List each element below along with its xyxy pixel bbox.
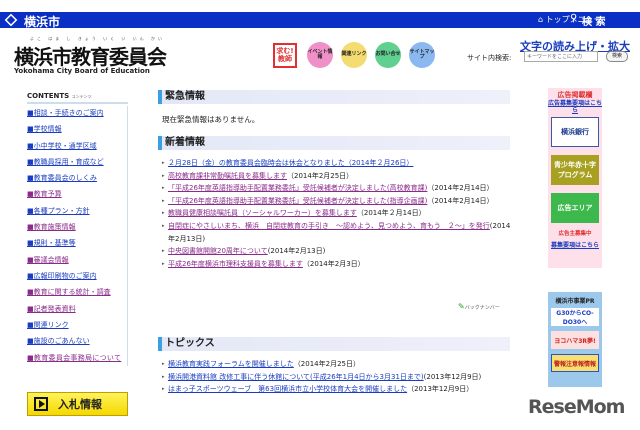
play-icon [34,397,48,411]
ad-recruit-link[interactable]: 募集要項はこちら [548,242,602,249]
sidebar-item[interactable]: ■教職員採用・育成など [27,155,127,171]
sidebar-item[interactable]: ■教育施策情報 [27,220,127,236]
topics-item: 横浜教育実践フォーラムを開催しました（2014年2月25日） [162,358,512,371]
contents-heading: CONTENTS コンテンツ [27,92,128,104]
sidebar-item[interactable]: ■教育委員会のしくみ [27,171,127,187]
sidebar-item[interactable]: ■学校情報 [27,122,127,138]
sidebar-item[interactable]: ■小中学校・通学区域 [27,139,127,155]
yokohama-logo-icon [4,13,18,27]
topics-date: （2014年2月25日） [293,360,360,368]
news-item: 中央図書館開館20周年について(2014年2月13日) [162,245,512,258]
topics-link[interactable]: 横浜教育実践フォーラムを開催しました [168,360,294,368]
sidebar-item[interactable]: ■広報印刷物のご案内 [27,269,127,285]
news-item: 高校教育課非常勤嘱託員を募集します（2014年2月25日） [162,170,512,183]
search-button[interactable]: 検索 [606,51,628,62]
sidebar-item[interactable]: ■教育予算 [27,187,127,203]
sidebar-item[interactable]: ■規則・基準等 [27,236,127,252]
news-item: 自閉症にやさしいまち、横浜 自閉症教育の手引き ～認めよう、見つめよう、育もう … [162,220,512,245]
related-links-button[interactable]: 関連リンク [341,42,367,68]
search-link[interactable]: 検 索 [582,13,605,28]
contents-heading-label: CONTENTS [27,92,70,100]
search-input[interactable]: キーワードをここに入力 [524,51,598,62]
sidebar-item[interactable]: ■関連リンク [27,318,127,334]
pencil-icon: ✎ [458,302,465,311]
ad-heading: 広告掲載欄 [557,91,593,99]
news-link[interactable]: ２月28日（金）の教育委員会臨時会は休会となりました（2014年２月26日） [168,159,413,167]
site-subtitle: Yokohama City Board of Education [14,67,150,75]
sidebar-item[interactable]: ■記者発表資料 [27,302,127,318]
news-item: 平成26年度横浜市理科支援員を募集します（2014年2月3日） [162,258,512,271]
pr-banner-3r[interactable]: ヨコハマ3R夢! [551,331,599,349]
bid-info-label: 入札情報 [58,398,102,411]
news-date: (2014年2月13日) [267,247,326,256]
ad-banner-yokohama-bank[interactable]: 横浜銀行 [551,117,599,148]
back-number-link[interactable]: ✎バックナンバー [458,302,500,311]
news-date: （2014年2月3日） [302,259,365,268]
news-item: 教職員健康相談嘱託員（ソーシャルワーカー）を募集します（2014年２月14日） [162,207,512,220]
topics-item: はまっ子スポーツウェーブ 第63回横浜市立小学校体育大会を開催しました（2013… [162,383,512,396]
news-list: ２月28日（金）の教育委員会臨時会は休会となりました（2014年２月26日） 高校… [162,157,512,270]
ad-recruit-text: 広告主募集中 [558,231,592,238]
sidebar-item[interactable]: ■施設のごあんない [27,334,127,350]
ad-panel: 広告掲載欄 広告募集要項はこちら 横浜銀行 青少年赤十字プログラム 広告エリア … [548,88,602,268]
ad-banner-red-cross[interactable]: 青少年赤十字プログラム [551,155,599,186]
topics-link[interactable]: はまっ子スポーツウェーブ 第63回横浜市立小学校体育大会を開催しました [168,385,407,393]
news-date: （2014年２月14日） [356,209,426,218]
topics-date: （2013年12月9日） [407,385,474,394]
topics-item: 横浜開港資料館 改修工事に伴う休館について(平成26年1月4日から3月31日まで… [162,371,512,384]
city-link[interactable]: 横浜市 [24,13,60,30]
news-link[interactable]: 自閉症にやさしいまち、横浜 自閉症教育の手引き ～認めよう、見つめよう、育もう … [168,222,490,230]
contact-button[interactable]: お問い合せ [375,42,401,68]
news-date: （2014年2月25日） [287,171,354,180]
search-label: サイト内検索: [467,54,512,62]
news-link[interactable]: 教職員健康相談嘱託員（ソーシャルワーカー）を募集します [168,209,357,217]
pr-banner-co-do30[interactable]: G30からCO-DO30へ [551,308,599,326]
news-link[interactable]: 「平成26年度英語指導助手配置業務委託」受託候補者が決定しました(高校教育課) [168,184,427,192]
emergency-heading: 緊急情報 [158,90,510,104]
news-link[interactable]: 高校教育課非常勤嘱託員を募集します [168,172,287,180]
topics-heading: トピックス [158,337,510,351]
search-icon[interactable]: ⚲ [570,13,577,24]
news-date: （2014年2月14日） [427,184,494,193]
contents-heading-sub: コンテンツ [71,94,92,99]
topics-list: 横浜教育実践フォーラムを開催しました（2014年2月25日） 横浜開港資料館 改修… [162,358,512,396]
pr-panel: 横浜市事業PR G30からCO-DO30へ ヨコハマ3R夢! 警報注意報情報 [548,292,602,387]
news-link[interactable]: 「平成26年度英語指導助手配置業務委託」受託候補者が決定しました(指導企画課) [168,197,427,205]
sidebar-item[interactable]: ■審議会情報 [27,253,127,269]
pr-heading: 横浜市事業PR [555,298,595,305]
sidebar-item[interactable]: ■各種プラン・方針 [27,204,127,220]
sitemap-button[interactable]: サイトマップ [409,42,435,68]
teacher-recruit-button[interactable]: 求む!教師 [273,43,297,68]
sidebar-item[interactable]: ■教育委員会事務局について [27,350,127,366]
top-bar: 横浜市 ⌂ トップメニュー ⚲ 検 索 [0,12,640,30]
ad-guide-link[interactable]: 広告募集要項はこちら [548,100,602,114]
news-date: （2014年2月14日） [427,196,494,205]
resemom-watermark: ReseMom [528,396,625,418]
emergency-text: 現在緊急情報はありません。 [162,115,260,124]
pr-banner-warning[interactable]: 警報注意報情報 [551,354,599,372]
news-link[interactable]: 平成26年度横浜市理科支援員を募集します [168,260,303,268]
sidebar-item[interactable]: ■教育に関する統計・調査 [27,285,127,301]
sidebar: CONTENTS コンテンツ ■相談・手続きのご案内 ■学校情報 ■小中学校・通学区… [27,92,128,367]
news-item: 「平成26年度英語指導助手配置業務委託」受託候補者が決定しました(指導企画課)（… [162,195,512,208]
ad-banner-area[interactable]: 広告エリア [551,193,599,224]
topics-link[interactable]: 横浜開港資料館 改修工事に伴う休館について(平成26年1月4日から3月31日まで… [168,373,424,381]
sidebar-menu: ■相談・手続きのご案内 ■学校情報 ■小中学校・通学区域 ■教職員採用・育成など ■教育… [27,106,128,367]
event-info-button[interactable]: イベント情報 [307,42,333,68]
news-item: ２月28日（金）の教育委員会臨時会は休会となりました（2014年２月26日） [162,157,512,170]
topics-date: (2013年12月9日) [423,372,482,381]
site-title[interactable]: 横浜市教育委員会 [14,41,167,70]
news-item: 「平成26年度英語指導助手配置業務委託」受託候補者が決定しました(高校教育課)（… [162,182,512,195]
back-number-label: バックナンバー [464,305,500,311]
news-link[interactable]: 中央図書館開館20周年について [168,247,268,255]
news-heading: 新着情報 [158,136,510,150]
sidebar-item[interactable]: ■相談・手続きのご案内 [27,106,127,122]
bid-info-banner[interactable]: 入札情報 [27,392,128,416]
